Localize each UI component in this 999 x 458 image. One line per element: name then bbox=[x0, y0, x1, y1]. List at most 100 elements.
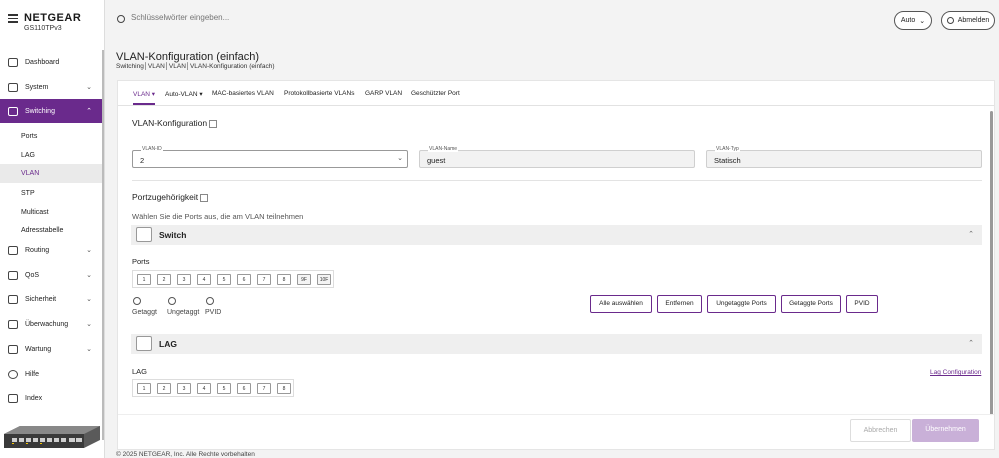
monitor-icon bbox=[8, 319, 18, 329]
switch-panel-header[interactable]: Switch ⌃ bbox=[131, 225, 982, 245]
ports-label: Ports bbox=[132, 257, 150, 266]
port-5[interactable]: 5 bbox=[217, 274, 231, 285]
action-footer: Abbrechen Übernehmen bbox=[118, 414, 994, 449]
apply-button[interactable]: Übernehmen bbox=[912, 419, 979, 442]
info-icon[interactable] bbox=[200, 193, 209, 202]
search-input[interactable] bbox=[131, 13, 431, 22]
vlan-id-value: 2 bbox=[140, 156, 145, 165]
membership-hint: Wählen Sie die Ports aus, die am VLAN te… bbox=[132, 212, 304, 221]
pvid-button[interactable]: PVID bbox=[846, 295, 878, 313]
logout-button[interactable]: Abmelden bbox=[941, 11, 995, 30]
lag-port-2[interactable]: 2 bbox=[157, 383, 171, 394]
port-1[interactable]: 1 bbox=[137, 274, 151, 285]
lag-checkbox[interactable] bbox=[136, 336, 152, 351]
sidebar-sub-stp[interactable]: STP bbox=[0, 184, 104, 203]
sidebar-item-sicherheit[interactable]: Sicherheit ⌄ bbox=[0, 287, 104, 311]
netgear-logo: NETGEAR bbox=[24, 12, 82, 24]
logout-label: Abmelden bbox=[957, 17, 990, 24]
lag-port-group: 1 2 3 4 5 6 7 8 bbox=[132, 379, 294, 397]
port-10f[interactable]: 10F bbox=[317, 274, 331, 285]
breadcrumb: Switching│VLAN│VLAN│VLAN-Konfiguration (… bbox=[116, 63, 275, 70]
auto-dropdown[interactable]: Auto ⌄ bbox=[894, 11, 932, 30]
wrench-icon bbox=[8, 344, 18, 354]
chevron-up-icon: ⌃ bbox=[968, 231, 974, 238]
lag-port-8[interactable]: 8 bbox=[277, 383, 291, 394]
lag-configuration-link[interactable]: Lag Configuration bbox=[930, 369, 981, 376]
sidebar-item-label: Dashboard bbox=[25, 58, 60, 66]
untagged-icon bbox=[168, 297, 176, 305]
sidebar-sub-vlan[interactable]: VLAN bbox=[0, 164, 104, 183]
switch-device-image bbox=[4, 426, 100, 448]
untagged-ports-button[interactable]: Ungetaggte Ports bbox=[707, 295, 776, 313]
sidebar-item-wartung[interactable]: Wartung ⌄ bbox=[0, 337, 104, 361]
tab-protected-port[interactable]: Geschützter Port bbox=[411, 90, 460, 97]
chevron-down-icon: ⌄ bbox=[86, 296, 92, 303]
copyright: © 2025 NETGEAR, Inc. Alle Rechte vorbeha… bbox=[116, 451, 255, 458]
sidebar-item-system[interactable]: System ⌄ bbox=[0, 75, 104, 99]
tab-bar: VLAN ▾ Auto-VLAN ▾ MAC-basiertes VLAN Pr… bbox=[118, 81, 994, 106]
sidebar-item-qos[interactable]: QoS ⌄ bbox=[0, 263, 104, 287]
content-scrollbar[interactable] bbox=[990, 111, 993, 416]
sidebar-scrollbar[interactable] bbox=[102, 50, 104, 440]
sidebar-item-ueberwachung[interactable]: Überwachung ⌄ bbox=[0, 312, 104, 336]
sidebar-sub-multicast[interactable]: Multicast bbox=[0, 203, 104, 222]
lag-port-1[interactable]: 1 bbox=[137, 383, 151, 394]
lag-port-4[interactable]: 4 bbox=[197, 383, 211, 394]
sidebar-item-index[interactable]: Index bbox=[0, 386, 104, 410]
vlan-type-label: VLAN-Typ bbox=[715, 146, 740, 152]
vlan-name-field[interactable]: VLAN-Name guest bbox=[419, 146, 695, 168]
select-all-button[interactable]: Alle auswählen bbox=[590, 295, 652, 313]
tagged-icon bbox=[133, 297, 141, 305]
tab-protocol-vlans[interactable]: Protokollbasierte VLANs bbox=[284, 90, 354, 97]
lag-panel-header[interactable]: LAG ⌃ bbox=[131, 334, 982, 354]
tab-vlan[interactable]: VLAN ▾ bbox=[133, 90, 155, 98]
remove-button[interactable]: Entfernen bbox=[657, 295, 702, 313]
sidebar-item-hilfe[interactable]: Hilfe bbox=[0, 362, 104, 386]
sidebar-item-dashboard[interactable]: Dashboard bbox=[0, 50, 104, 74]
port-7[interactable]: 7 bbox=[257, 274, 271, 285]
tab-auto-vlan[interactable]: Auto-VLAN ▾ bbox=[165, 90, 203, 98]
cancel-button[interactable]: Abbrechen bbox=[850, 419, 911, 442]
port-9f[interactable]: 9F bbox=[297, 274, 311, 285]
port-8[interactable]: 8 bbox=[277, 274, 291, 285]
chevron-down-icon: ⌄ bbox=[86, 272, 92, 279]
dashboard-icon bbox=[8, 57, 18, 67]
port-3[interactable]: 3 bbox=[177, 274, 191, 285]
section-title-vlan-config: VLAN-Konfiguration bbox=[132, 118, 218, 128]
index-icon bbox=[8, 393, 18, 403]
switching-icon bbox=[8, 106, 18, 116]
port-2[interactable]: 2 bbox=[157, 274, 171, 285]
chevron-down-icon: ⌄ bbox=[86, 321, 92, 328]
lag-port-6[interactable]: 6 bbox=[237, 383, 251, 394]
switch-checkbox[interactable] bbox=[136, 227, 152, 242]
section-title-text: Portzugehörigkeit bbox=[132, 192, 199, 202]
menu-icon[interactable] bbox=[8, 14, 18, 23]
sidebar-item-label: System bbox=[25, 83, 49, 91]
lag-port-7[interactable]: 7 bbox=[257, 383, 271, 394]
legend-label: Ungetaggt bbox=[167, 309, 200, 316]
lag-label: LAG bbox=[132, 367, 148, 376]
switch-title: Switch bbox=[159, 230, 187, 240]
sidebar-item-switching[interactable]: Switching ⌃ bbox=[0, 99, 104, 123]
lag-title: LAG bbox=[159, 339, 177, 349]
model-name: GS110TPv3 bbox=[24, 25, 62, 32]
shield-icon bbox=[8, 294, 18, 304]
sidebar-sub-lag[interactable]: LAG bbox=[0, 146, 104, 165]
port-6[interactable]: 6 bbox=[237, 274, 251, 285]
page-title: VLAN-Konfiguration (einfach) bbox=[116, 51, 260, 63]
sidebar-item-routing[interactable]: Routing ⌄ bbox=[0, 238, 104, 262]
legend-label: PVID bbox=[205, 309, 222, 316]
port-4[interactable]: 4 bbox=[197, 274, 211, 285]
lag-port-5[interactable]: 5 bbox=[217, 383, 231, 394]
content-card: VLAN ▾ Auto-VLAN ▾ MAC-basiertes VLAN Pr… bbox=[117, 80, 995, 450]
lag-port-3[interactable]: 3 bbox=[177, 383, 191, 394]
info-icon[interactable] bbox=[209, 119, 218, 128]
chevron-down-icon: ⌄ bbox=[86, 247, 92, 254]
chevron-down-icon: ⌄ bbox=[919, 17, 926, 25]
vlan-id-select[interactable]: VLAN-ID 2 ⌄ bbox=[132, 146, 408, 168]
tab-mac-vlan[interactable]: MAC-basiertes VLAN bbox=[212, 90, 274, 97]
tab-garp-vlan[interactable]: GARP VLAN bbox=[365, 90, 402, 97]
tagged-ports-button[interactable]: Getaggte Ports bbox=[781, 295, 841, 313]
sidebar-sub-ports[interactable]: Ports bbox=[0, 127, 104, 146]
system-icon bbox=[8, 82, 18, 92]
